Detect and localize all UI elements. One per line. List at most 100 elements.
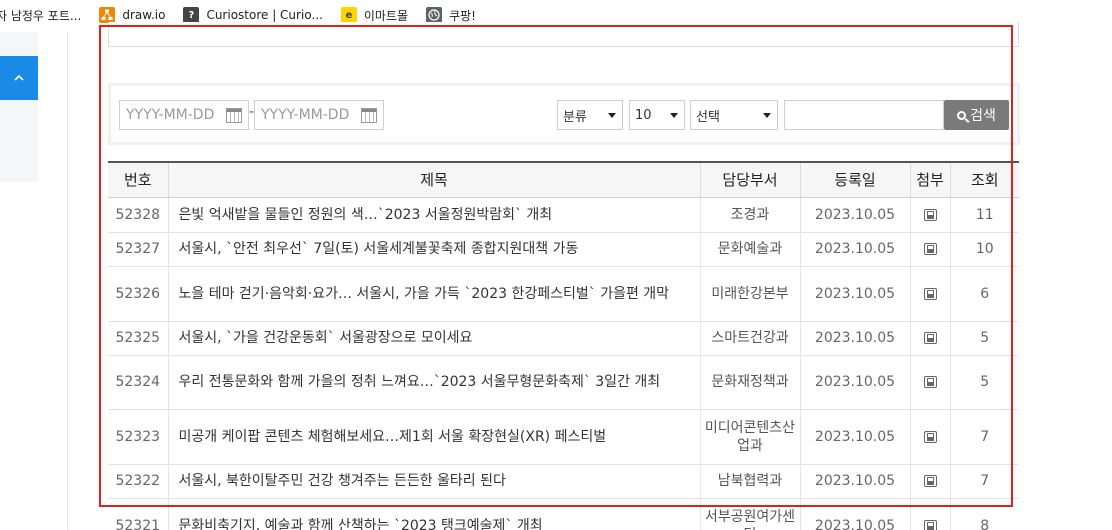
attachment-icon[interactable] [923,243,937,255]
table-row: 52322 서울시, 북한이탈주민 건강 챙겨주는 든든한 울타리 된다 남북협… [108,464,1019,499]
table-row: 52325 서울시, `가을 건강운동회` 서울광장으로 모이세요 스마트건강과… [108,321,1019,356]
cell-title-link[interactable]: 서울시, `가을 건강운동회` 서울광장으로 모이세요 [168,321,701,356]
cell-date: 2023.10.05 [800,355,911,410]
attachment-icon[interactable] [923,208,937,221]
board-table: 번호 제목 담당부서 등록일 첨부 조회 52328 은빛 억새밭을 물들인 정… [108,161,1019,530]
cell-title-link[interactable]: 문화비축기지, 예술과 함께 산책하는 `2023 탱크예술제` 개최 [168,498,701,530]
search-field-value: 선택 [696,109,720,125]
cell-no: 52325 [108,321,169,356]
bookmark-curiostore[interactable]: ? Curiostore | Curio... [183,7,323,23]
cell-attachment [910,232,951,267]
header-attachment: 첨부 [910,161,951,198]
table-row: 52328 은빛 억새밭을 물들인 정원의 색…`2023 서울정원박람회` 개… [108,197,1019,233]
header-date: 등록일 [800,161,911,198]
calendar-icon[interactable] [226,107,242,123]
attachment-icon[interactable] [923,475,937,487]
cell-date: 2023.10.05 [800,498,911,530]
table-row: 52326 노을 테마 걷기·음악회·요가… 서울시, 가을 가득 `2023 … [108,266,1019,322]
cell-dept: 미래한강본부 [700,266,801,322]
header-views: 조회 [950,161,1019,198]
page-size-select[interactable]: 10 [629,100,685,130]
content-divider [67,32,68,530]
attachment-icon[interactable] [923,332,937,344]
search-button-label: 검색 [970,108,996,124]
bookmark-label: Curiostore | Curio... [206,8,323,22]
bookmark-label: 자 남정우 포트... [0,8,82,23]
cell-title-link[interactable]: 미공개 케이팝 콘텐츠 체험해보세요…제1회 서울 확장현실(XR) 페스티벌 [168,409,701,465]
cell-attachment [910,498,951,530]
cell-title-link[interactable]: 우리 전통문화와 함께 가을의 정취 느껴요…`2023 서울무형문화축제` 3… [168,355,701,410]
bookmark-coupang[interactable]: 쿠팡! [426,7,476,24]
category-value: 분류 [563,109,587,125]
attachment-icon[interactable] [923,430,937,443]
cell-attachment [910,266,951,322]
cell-attachment [910,409,951,465]
cell-date: 2023.10.05 [800,321,911,356]
cell-title-link[interactable]: 서울시, `안전 최우선` 7일(토) 서울세계불꽃축제 종합지원대책 가동 [168,232,701,267]
cell-views: 10 [950,232,1019,267]
chevron-up-icon [14,74,24,81]
cell-views: 7 [950,409,1019,465]
header-no: 번호 [108,161,169,198]
emart-icon: e [340,7,357,23]
calendar-icon[interactable] [361,107,377,123]
cell-date: 2023.10.05 [800,464,911,499]
bookmark-label: 이마트몰 [363,8,409,23]
cell-dept: 스마트건강과 [700,321,801,356]
search-button[interactable]: 검색 [944,100,1009,130]
cell-no: 52326 [108,266,169,322]
attachment-icon[interactable] [923,519,937,530]
cell-no: 52322 [108,464,169,499]
cell-dept: 남북협력과 [700,464,801,499]
date-to-input[interactable]: YYYY-MM-DD [254,100,384,130]
dropdown-arrow-icon [670,113,678,118]
cell-date: 2023.10.05 [800,232,911,267]
cell-dept: 문화예술과 [700,232,801,267]
header-dept: 담당부서 [700,161,801,198]
cell-title-link[interactable]: 노을 테마 걷기·음악회·요가… 서울시, 가을 가득 `2023 한강페스티벌… [168,266,701,322]
keyword-input[interactable] [784,100,944,130]
cell-no: 52327 [108,232,169,267]
cell-attachment [910,321,951,356]
cell-views: 5 [950,355,1019,410]
cell-no: 52321 [108,498,169,530]
cell-date: 2023.10.05 [800,197,911,233]
table-row: 52324 우리 전통문화와 함께 가을의 정취 느껴요…`2023 서울무형문… [108,355,1019,410]
cell-attachment [910,355,951,410]
curiostore-icon: ? [183,7,200,23]
date-from-placeholder: YYYY-MM-DD [126,107,215,123]
sidebar-collapse-button[interactable] [0,56,38,100]
table-header-row: 번호 제목 담당부서 등록일 첨부 조회 [108,161,1019,198]
cell-dept: 미디어콘텐츠산업과 [700,409,801,465]
drawio-icon [99,7,116,23]
bookmark-portfolio[interactable]: 자 남정우 포트... [0,7,81,24]
cell-no: 52323 [108,409,169,465]
category-select[interactable]: 분류 [557,100,623,130]
dropdown-arrow-icon [763,113,771,118]
attachment-icon[interactable] [923,376,937,388]
header-title: 제목 [168,161,701,198]
search-field-select[interactable]: 선택 [690,100,778,130]
cell-date: 2023.10.05 [800,266,911,322]
bookmark-label: draw.io [122,8,166,22]
attachment-icon[interactable] [923,287,937,300]
date-from-input[interactable]: YYYY-MM-DD [119,100,249,130]
cell-views: 8 [950,498,1019,530]
sidebar [0,32,38,182]
bookmark-drawio[interactable]: draw.io [99,7,165,23]
table-row: 52321 문화비축기지, 예술과 함께 산책하는 `2023 탱크예술제` 개… [108,498,1019,530]
globe-icon [426,7,443,23]
cell-no: 52328 [108,197,169,233]
search-icon [957,110,967,120]
top-content-box [108,22,1019,47]
cell-attachment [910,464,951,499]
cell-views: 6 [950,266,1019,322]
cell-title-link[interactable]: 서울시, 북한이탈주민 건강 챙겨주는 든든한 울타리 된다 [168,464,701,499]
cell-views: 5 [950,321,1019,356]
cell-dept: 조경과 [700,197,801,233]
date-to-placeholder: YYYY-MM-DD [261,107,350,123]
cell-title-link[interactable]: 은빛 억새밭을 물들인 정원의 색…`2023 서울정원박람회` 개최 [168,197,701,233]
bookmark-emart[interactable]: e 이마트몰 [340,7,409,24]
dropdown-arrow-icon [608,113,616,118]
cell-attachment [910,197,951,233]
